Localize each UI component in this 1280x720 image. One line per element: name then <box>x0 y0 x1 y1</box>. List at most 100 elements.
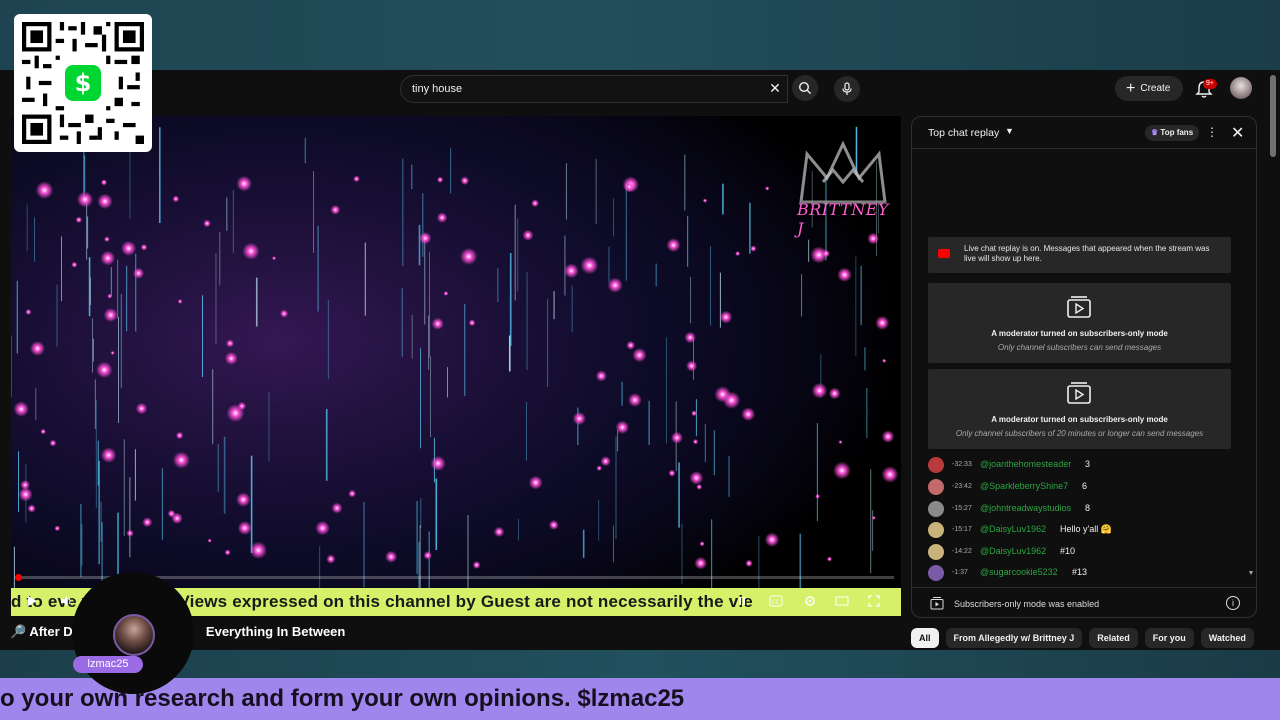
glow-particle <box>54 525 61 532</box>
chat-author-name[interactable]: @johntreadwaystudios <box>980 503 1071 513</box>
subscribers-only-notice: Subscribers-only mode was enabled <box>954 599 1100 609</box>
glow-particle <box>615 420 630 435</box>
clear-search-icon[interactable]: ✕ <box>766 79 784 97</box>
chat-author-name[interactable]: @DaisyLuv1962 <box>980 546 1046 556</box>
top-fans-button[interactable]: ♛ Top fans <box>1145 125 1200 141</box>
glow-particle <box>828 387 841 400</box>
moderator-notice-card: A moderator turned on subscribers-only m… <box>928 283 1231 363</box>
replay-info-banner: Live chat replay is on. Messages that ap… <box>928 237 1231 273</box>
settings-button[interactable] <box>801 592 819 610</box>
search-input[interactable]: tiny house <box>400 75 788 103</box>
chat-message[interactable]: -23:42 @SparkleberryShine7 6 <box>928 479 1238 495</box>
voice-search-button[interactable] <box>834 76 860 102</box>
chat-message[interactable]: -1:37 @sugarcookie5232 #13 <box>928 565 1238 581</box>
glow-particle <box>632 347 647 363</box>
chat-message[interactable]: -14:22 @DaisyLuv1962 #10 <box>928 544 1238 560</box>
filter-chip[interactable]: For you <box>1144 628 1194 648</box>
fullscreen-button[interactable] <box>865 592 883 610</box>
chat-mode-dropdown[interactable]: Top chat replay <box>928 127 999 139</box>
glow-particle <box>684 331 696 344</box>
chat-author-avatar[interactable] <box>928 544 944 560</box>
glow-particle <box>172 195 180 203</box>
glow-particle <box>666 238 681 253</box>
chat-author-avatar[interactable] <box>928 501 944 517</box>
glow-particle <box>331 502 343 514</box>
chat-message-text: Hello y'all 🤗 <box>1060 524 1112 534</box>
glow-particle <box>719 310 733 324</box>
glow-particle <box>107 293 113 299</box>
more-options-icon[interactable]: ⋮ <box>1206 125 1218 139</box>
page-scrollbar-thumb[interactable] <box>1270 75 1276 157</box>
svg-text:CC: CC <box>772 600 779 606</box>
filter-chip[interactable]: From Allegedly w/ Brittney J <box>945 628 1083 648</box>
chat-message[interactable]: -15:27 @johntreadwaystudios 8 <box>928 501 1238 517</box>
glow-particle <box>468 319 476 327</box>
chevron-down-icon[interactable]: ▼ <box>1005 126 1014 136</box>
chat-author-avatar[interactable] <box>928 479 944 495</box>
chat-message-text: #10 <box>1060 546 1076 556</box>
cashapp-qr-code: $ <box>14 14 152 152</box>
chat-author-name[interactable]: @sugarcookie5232 <box>980 567 1058 577</box>
glow-particle <box>580 256 599 275</box>
glow-particle <box>326 554 336 564</box>
info-icon[interactable]: i <box>1226 596 1240 610</box>
glow-particle <box>714 386 731 403</box>
create-button[interactable]: + Create <box>1115 76 1183 101</box>
page-scrollbar[interactable] <box>1268 70 1280 650</box>
chat-message-text: 3 <box>1085 459 1091 469</box>
glow-particle <box>100 447 117 463</box>
chat-scrollbar[interactable] <box>1249 157 1253 577</box>
glow-particle <box>236 175 253 192</box>
glow-particle <box>460 247 478 266</box>
filter-chip[interactable]: Watched <box>1200 628 1254 648</box>
filter-chip[interactable]: Related <box>1089 628 1138 648</box>
autoplay-toggle[interactable] <box>733 592 751 610</box>
notification-count-badge: 9+ <box>1203 79 1217 89</box>
chat-timestamp: -15:27 <box>952 505 972 512</box>
play-button[interactable] <box>23 592 41 610</box>
brand-watermark: BRITTNEY J <box>797 200 890 238</box>
glow-particle <box>689 471 704 485</box>
glow-particle <box>330 204 341 215</box>
chat-message[interactable]: -32:33 @joanthehomesteader 3 <box>928 457 1238 473</box>
glow-particle <box>764 532 780 547</box>
glow-particle <box>702 198 708 203</box>
account-avatar[interactable] <box>1230 77 1252 99</box>
moderator-notice-title: A moderator turned on subscribers-only m… <box>991 329 1168 338</box>
theater-mode-button[interactable] <box>833 592 851 610</box>
glow-particle <box>97 193 113 210</box>
chat-author-avatar[interactable] <box>928 457 944 473</box>
glow-particle <box>172 451 190 469</box>
glow-particle <box>750 245 757 252</box>
glow-particle <box>735 251 741 257</box>
video-title-left: After D <box>29 624 73 639</box>
chat-message[interactable]: -15:17 @DaisyLuv1962 Hello y'all 🤗 <box>928 522 1238 538</box>
filter-chip[interactable]: All <box>911 628 939 648</box>
glow-particle <box>595 370 607 382</box>
close-chat-icon[interactable]: ✕ <box>1231 123 1244 143</box>
chat-author-avatar[interactable] <box>928 565 944 581</box>
volume-button[interactable] <box>57 592 75 610</box>
search-button[interactable] <box>792 75 818 101</box>
glow-particle <box>224 549 231 556</box>
glow-particle <box>132 267 145 279</box>
glow-particle <box>881 430 895 443</box>
glow-particle <box>528 475 543 490</box>
chat-author-name[interactable]: @SparkleberryShine7 <box>980 481 1068 491</box>
pushpin-icon: 🔎 <box>10 624 27 639</box>
chat-author-name[interactable]: @joanthehomesteader <box>980 459 1071 469</box>
video-progress-scrubber[interactable] <box>15 574 22 581</box>
chat-author-name[interactable]: @DaisyLuv1962 <box>980 524 1046 534</box>
glow-particle <box>741 407 756 422</box>
captions-button[interactable]: CC <box>767 592 785 610</box>
video-player[interactable]: BRITTNEY J d to eve where! The Views exp… <box>11 116 901 616</box>
glow-particle <box>691 410 698 417</box>
glow-particle <box>236 492 251 507</box>
glow-particle <box>443 290 449 296</box>
glow-particle <box>871 515 876 520</box>
chat-author-avatar[interactable] <box>928 522 944 538</box>
glow-particle <box>826 556 833 562</box>
glow-particle <box>49 439 57 447</box>
glow-particle <box>419 231 432 245</box>
glow-particle <box>177 299 183 304</box>
